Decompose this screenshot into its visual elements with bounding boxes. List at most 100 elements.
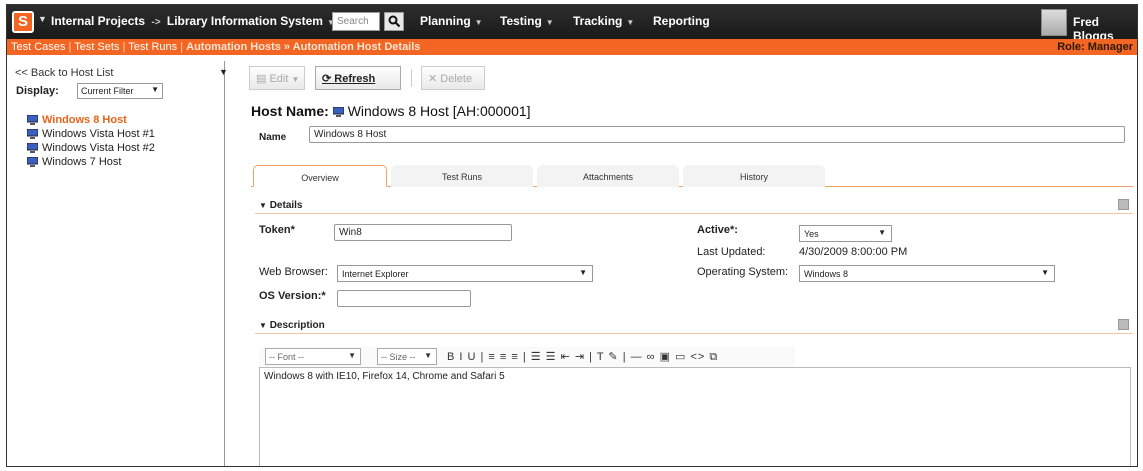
delete-icon: ✕ <box>428 73 438 85</box>
monitor-icon <box>26 156 39 167</box>
last-updated-label: Last Updated: <box>697 246 766 258</box>
chevron-down-icon: ▼ <box>348 351 356 360</box>
menu-tracking-label: Tracking <box>573 14 623 28</box>
subnav-current-location: Automation Hosts » Automation Host Detai… <box>186 41 421 53</box>
active-value: Yes <box>804 229 819 239</box>
menu-testing-label: Testing <box>500 14 542 28</box>
tab-attachments[interactable]: Attachments <box>537 165 679 187</box>
display-label: Display: <box>16 85 59 97</box>
menu-tracking[interactable]: Tracking ▼ <box>573 14 634 28</box>
size-select-value: -- Size -- <box>381 352 416 362</box>
sidebar-menu-caret-icon[interactable]: ▼ <box>219 67 228 77</box>
tab-test-runs[interactable]: Test Runs <box>391 165 533 187</box>
token-label: Token* <box>259 224 295 236</box>
host-list-item[interactable]: Windows Vista Host #1 <box>26 127 155 141</box>
project-arrow: -> <box>151 17 161 28</box>
host-name: Windows 8 Host <box>42 114 127 126</box>
os-version-field[interactable] <box>337 290 471 307</box>
sidebar: << Back to Host List ▼ Display: Current … <box>11 61 228 466</box>
formatting-buttons[interactable]: B I U | ≡ ≡ ≡ | ☰ ☰ ⇤ ⇥ | T ✎ | — ∞ ▣ ▭ … <box>447 350 718 364</box>
active-label: Active*: <box>697 224 738 236</box>
chevron-down-icon: ▼ <box>545 18 554 27</box>
project-selector[interactable]: Internal Projects -> Library Information… <box>51 14 335 28</box>
host-name: Windows Vista Host #2 <box>42 142 155 154</box>
description-heading: Description <box>269 320 325 331</box>
sub-navigation-bar: Test Cases | Test Sets | Test Runs | Aut… <box>7 39 1137 55</box>
details-section-header[interactable]: ▼ Details <box>255 198 1133 214</box>
chevron-down-icon: ▼ <box>579 268 587 277</box>
subnav-test-runs[interactable]: Test Runs <box>128 41 177 53</box>
search-icon <box>388 15 401 28</box>
description-section-header[interactable]: ▼ Description <box>255 318 1133 334</box>
delete-button[interactable]: ✕ Delete <box>421 66 485 90</box>
tab-overview[interactable]: Overview <box>253 165 387 187</box>
monitor-icon <box>26 142 39 153</box>
chevron-down-icon: ▼ <box>626 18 635 27</box>
menu-reporting-label: Reporting <box>653 14 710 28</box>
collapse-triangle-icon: ▼ <box>259 201 267 210</box>
menu-planning-label: Planning <box>420 14 471 28</box>
toolbar-divider <box>411 69 412 87</box>
chevron-down-icon: ▼ <box>151 85 159 94</box>
token-field[interactable]: Win8 <box>334 224 512 241</box>
avatar[interactable] <box>1041 9 1067 36</box>
edit-label: Edit <box>269 73 289 85</box>
font-select[interactable]: -- Font -- ▼ <box>265 348 361 365</box>
details-heading: Details <box>269 200 303 211</box>
action-toolbar: ▤ Edit ▼ ⟳ Refresh ✕ Delete <box>245 66 505 92</box>
edit-icon: ▤ <box>256 73 267 85</box>
name-field[interactable]: Windows 8 Host <box>309 126 1125 143</box>
menu-testing[interactable]: Testing ▼ <box>500 14 554 28</box>
host-list-item[interactable]: Windows Vista Host #2 <box>26 141 155 155</box>
subnav-test-sets[interactable]: Test Sets <box>74 41 119 53</box>
spira-logo-icon[interactable]: S <box>12 11 34 33</box>
delete-label: Delete <box>440 73 473 85</box>
web-browser-value: Internet Explorer <box>342 269 409 279</box>
chevron-down-icon: ▼ <box>878 228 886 237</box>
host-list-item[interactable]: Windows 7 Host <box>26 155 155 169</box>
monitor-icon <box>26 114 39 125</box>
menu-planning[interactable]: Planning ▼ <box>420 14 483 28</box>
chevron-down-icon: ▼ <box>424 351 432 360</box>
size-select[interactable]: -- Size -- ▼ <box>377 348 437 365</box>
rich-text-toolbar: -- Font -- ▼ -- Size -- ▼ B I U | ≡ ≡ ≡ … <box>259 347 795 367</box>
operating-system-select[interactable]: Windows 8 ▼ <box>799 265 1055 282</box>
application-window: S ▼ Internal Projects -> Library Informa… <box>6 4 1138 467</box>
chevron-down-icon: ▼ <box>474 18 483 27</box>
refresh-icon: ⟳ <box>322 73 332 85</box>
active-select[interactable]: Yes ▼ <box>799 225 892 242</box>
refresh-label: Refresh <box>334 73 376 85</box>
host-name-label: Host Name: <box>251 103 329 119</box>
back-to-host-list-link[interactable]: << Back to Host List <box>15 67 113 79</box>
display-filter-select[interactable]: Current Filter ▼ <box>77 83 163 99</box>
host-list-item[interactable]: Windows 8 Host <box>26 113 155 127</box>
chevron-down-icon: ▼ <box>291 75 300 84</box>
host-name: Windows Vista Host #1 <box>42 128 155 140</box>
operating-system-label: Operating System: <box>697 266 789 278</box>
monitor-icon <box>332 104 345 117</box>
web-browser-select[interactable]: Internet Explorer ▼ <box>337 265 593 282</box>
user-role: Role: Manager <box>1057 41 1133 53</box>
save-icon[interactable] <box>1118 199 1129 210</box>
main-content: ▤ Edit ▼ ⟳ Refresh ✕ Delete Host Name: W… <box>245 61 1135 466</box>
operating-system-value: Windows 8 <box>804 269 849 279</box>
os-version-label: OS Version:* <box>259 290 326 302</box>
menu-reporting[interactable]: Reporting <box>653 14 710 28</box>
tab-bar: Overview Test Runs Attachments History <box>251 165 1133 187</box>
collapse-triangle-icon: ▼ <box>259 321 267 330</box>
subproject-name: Library Information System <box>166 14 323 28</box>
description-editor[interactable]: Windows 8 with IE10, Firefox 14, Chrome … <box>259 367 1131 466</box>
project-name: Internal Projects <box>51 14 146 28</box>
host-name: Windows 7 Host <box>42 156 122 168</box>
font-select-value: -- Font -- <box>269 352 304 362</box>
host-name-value: Windows 8 Host [AH:000001] <box>347 103 531 119</box>
tab-history[interactable]: History <box>683 165 825 187</box>
search-button[interactable] <box>384 12 404 31</box>
refresh-button[interactable]: ⟳ Refresh <box>315 66 401 90</box>
save-icon[interactable] <box>1118 319 1129 330</box>
page-title: Host Name: Windows 8 Host [AH:000001] <box>251 103 531 119</box>
edit-button[interactable]: ▤ Edit ▼ <box>249 66 305 90</box>
logo-menu-caret-icon[interactable]: ▼ <box>38 14 47 24</box>
search-input[interactable]: Search <box>332 12 380 31</box>
subnav-test-cases[interactable]: Test Cases <box>11 41 65 53</box>
